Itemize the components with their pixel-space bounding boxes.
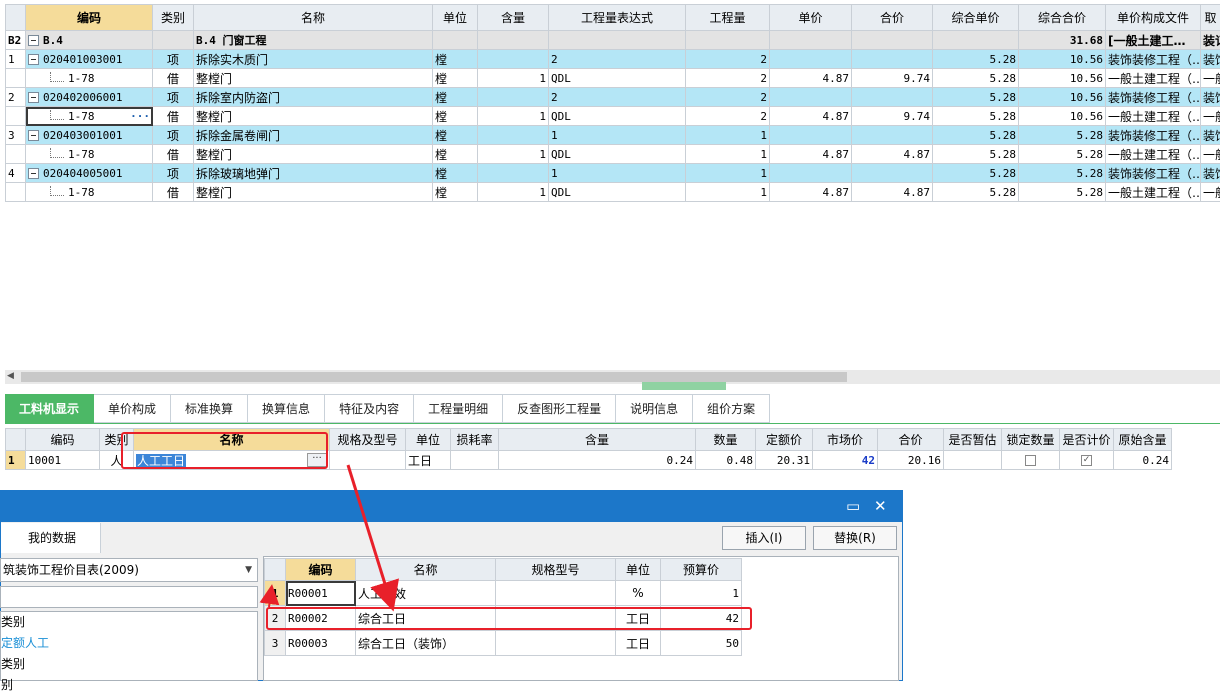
annotation-arrow-down [348, 465, 390, 600]
annotation-arrows [0, 0, 1220, 681]
annotation-arrow-up [269, 592, 271, 607]
